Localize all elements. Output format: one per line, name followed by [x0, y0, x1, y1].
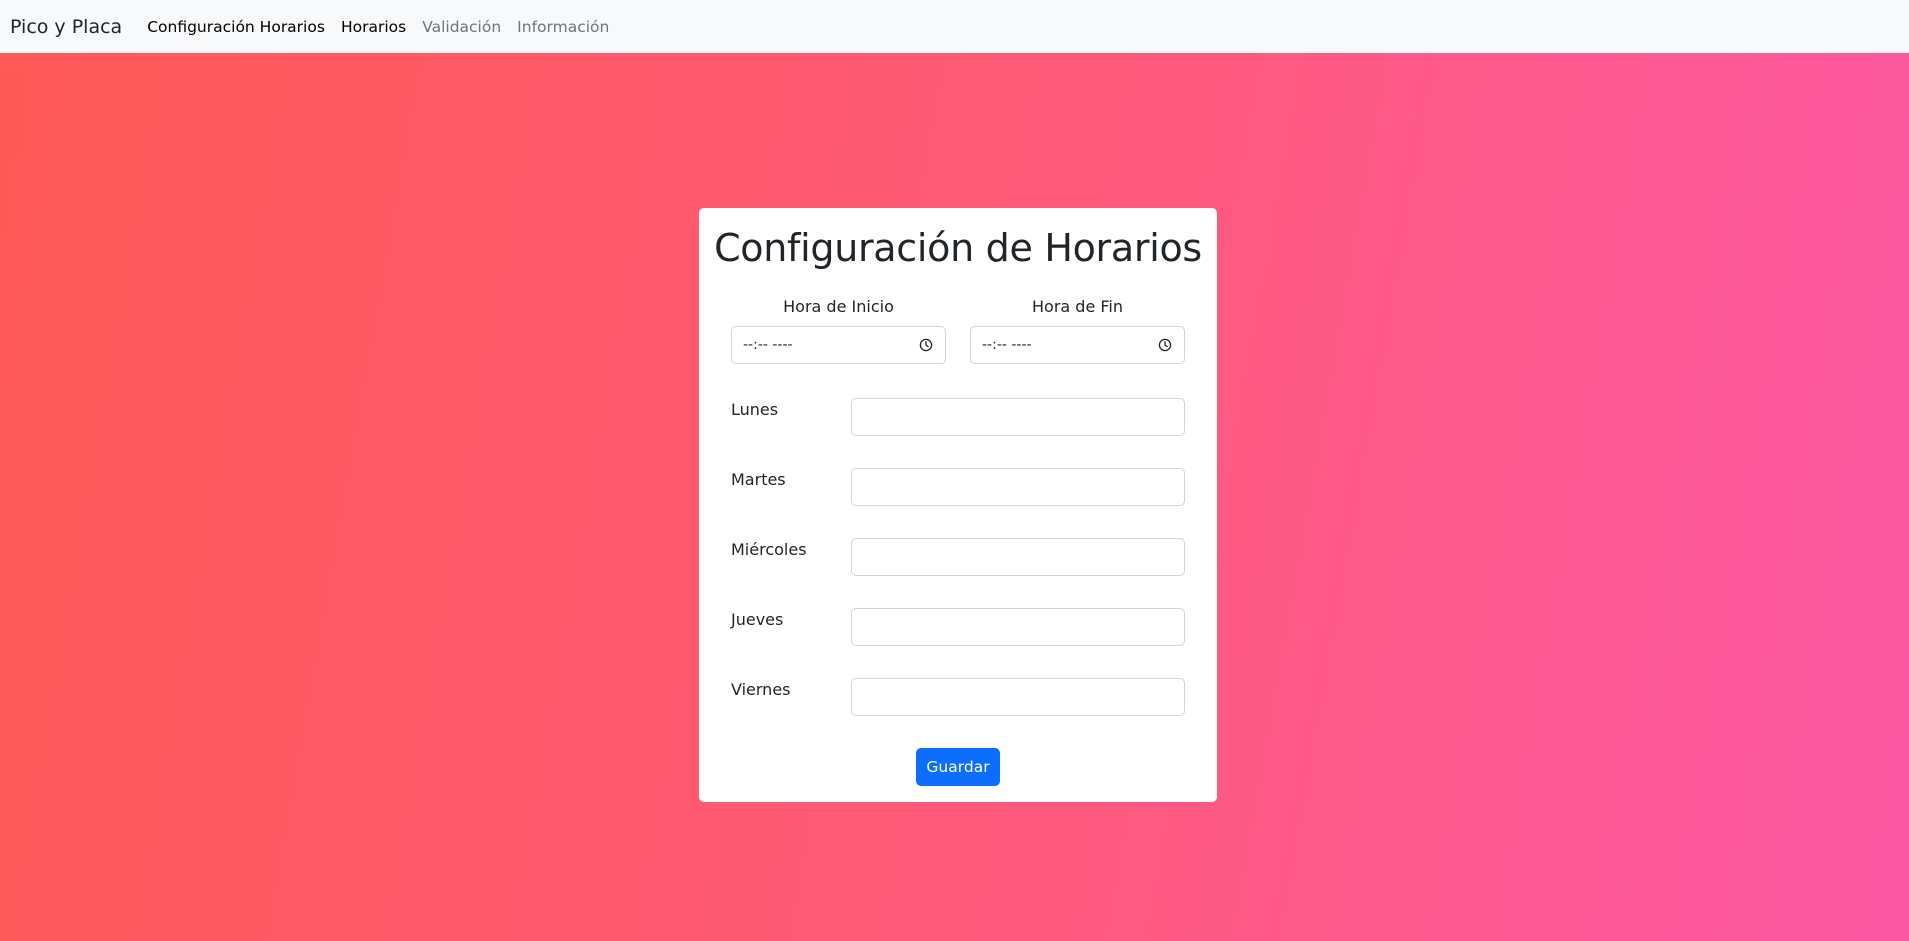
day-input-jueves[interactable] — [851, 608, 1185, 646]
day-label-jueves: Jueves — [731, 610, 784, 629]
start-time-placeholder: --:-- ---- — [743, 337, 793, 353]
end-time-input[interactable]: --:-- ---- — [970, 326, 1185, 364]
save-button[interactable]: Guardar — [916, 748, 1000, 786]
day-label-miercoles: Miércoles — [731, 540, 807, 559]
day-input-martes[interactable] — [851, 468, 1185, 506]
day-label-viernes: Viernes — [731, 680, 791, 699]
navbar-brand[interactable]: Pico y Placa — [10, 16, 122, 38]
day-label-martes: Martes — [731, 470, 786, 489]
end-time-label: Hora de Fin — [1032, 297, 1123, 316]
day-input-viernes[interactable] — [851, 678, 1185, 716]
clock-icon[interactable] — [919, 338, 933, 352]
end-time-placeholder: --:-- ---- — [982, 337, 1032, 353]
day-row-lunes: Lunes — [731, 398, 1185, 436]
day-row-jueves: Jueves — [731, 608, 1185, 646]
day-input-miercoles[interactable] — [851, 538, 1185, 576]
start-time-input[interactable]: --:-- ---- — [731, 326, 946, 364]
navbar: Pico y Placa Configuración Horarios Hora… — [0, 0, 1909, 53]
day-input-lunes[interactable] — [851, 398, 1185, 436]
start-time-group: Hora de Inicio --:-- ---- — [731, 297, 946, 364]
clock-icon[interactable] — [1158, 338, 1172, 352]
day-row-viernes: Viernes — [731, 678, 1185, 716]
end-time-group: Hora de Fin --:-- ---- — [970, 297, 1185, 364]
page-title: Configuración de Horarios — [714, 226, 1202, 270]
start-time-label: Hora de Inicio — [783, 297, 894, 316]
day-row-martes: Martes — [731, 468, 1185, 506]
schedule-config-card: Configuración de Horarios Hora de Inicio… — [699, 208, 1217, 802]
nav-link-configuracion-horarios[interactable]: Configuración Horarios — [147, 18, 325, 36]
day-row-miercoles: Miércoles — [731, 538, 1185, 576]
day-label-lunes: Lunes — [731, 400, 779, 419]
nav-link-horarios[interactable]: Horarios — [341, 18, 406, 36]
nav-link-validacion[interactable]: Validación — [422, 18, 501, 36]
nav-link-informacion[interactable]: Información — [517, 18, 609, 36]
